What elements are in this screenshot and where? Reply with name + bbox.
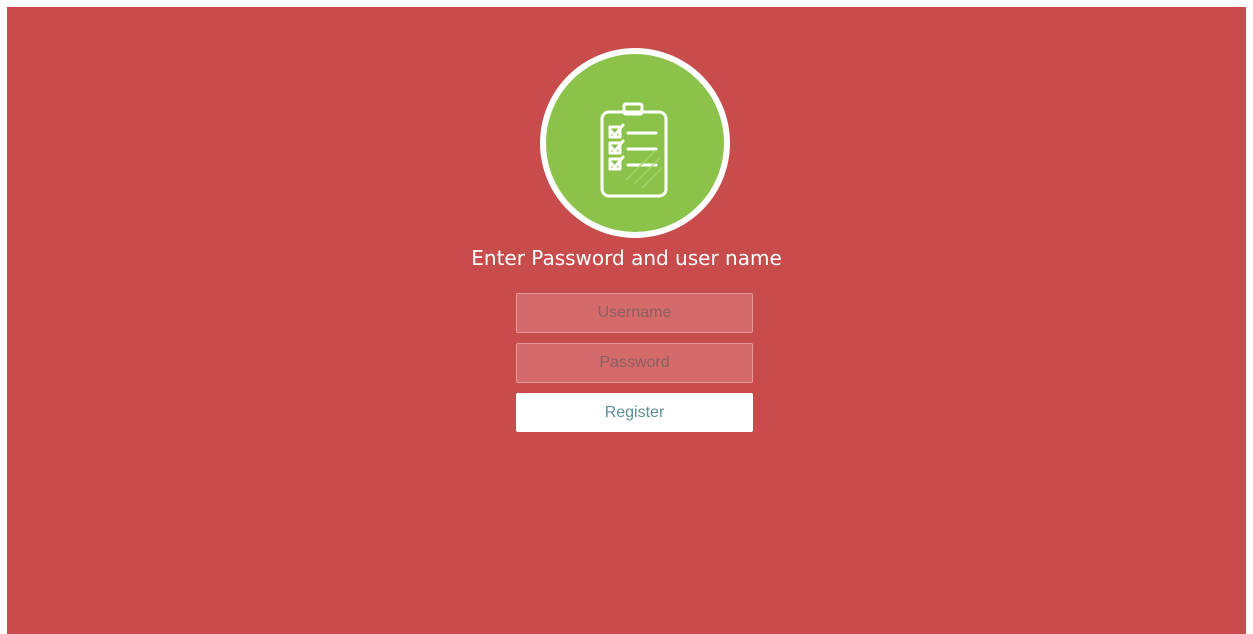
clipboard-checklist-icon [600,102,668,198]
login-page: Enter Password and user name Register [7,7,1246,634]
page-title: Enter Password and user name [471,246,782,270]
register-button[interactable]: Register [516,393,753,432]
logo [540,48,730,238]
username-input[interactable] [516,293,753,333]
logo-circle [546,54,724,232]
password-input[interactable] [516,343,753,383]
